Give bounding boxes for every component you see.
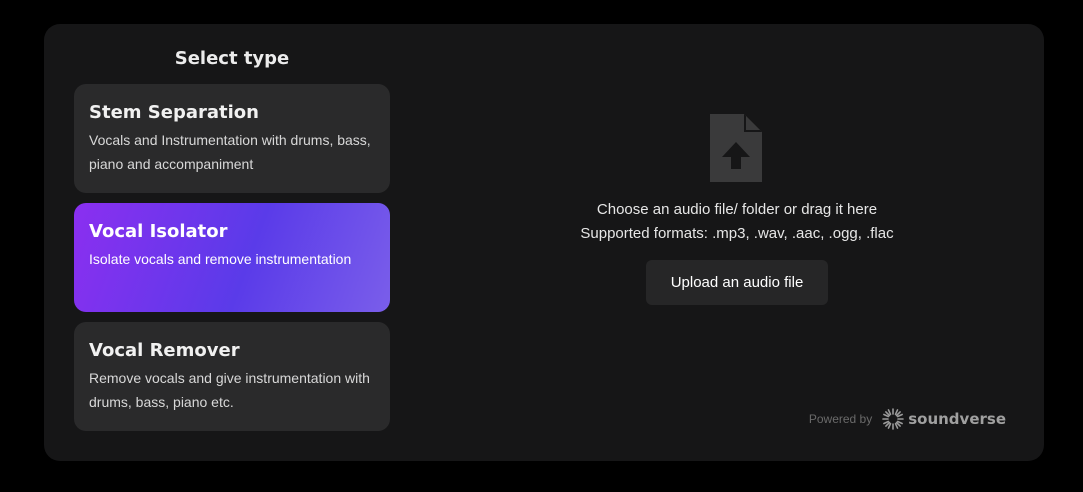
card-vocal-isolator[interactable]: Vocal Isolator Isolate vocals and remove… xyxy=(74,203,390,312)
dropzone-formats: Supported formats: .mp3, .wav, .aac, .og… xyxy=(580,225,894,242)
dropzone-text: Choose an audio file/ folder or drag it … xyxy=(390,198,1083,246)
card-description: Isolate vocals and remove instrumentatio… xyxy=(89,251,352,267)
type-selector: Select type Stem Separation Vocals and I… xyxy=(74,24,390,461)
soundverse-logo-icon xyxy=(882,408,905,430)
card-description: Remove vocals and give instrumentation w… xyxy=(89,370,370,410)
section-title: Select type xyxy=(174,48,290,69)
card-vocal-remover[interactable]: Vocal Remover Remove vocals and give ins… xyxy=(74,322,390,431)
card-title: Vocal Isolator xyxy=(89,221,228,242)
powered-by: Powered by soundverse xyxy=(809,408,1006,430)
powered-by-label: Powered by xyxy=(808,412,873,426)
file-upload-icon xyxy=(710,114,762,182)
dropzone[interactable]: Choose an audio file/ folder or drag it … xyxy=(390,24,1044,461)
brand-name: soundverse xyxy=(908,410,1006,428)
upload-button[interactable]: Upload an audio file xyxy=(646,260,828,305)
card-title: Vocal Remover xyxy=(89,340,240,361)
dropzone-instruction: Choose an audio file/ folder or drag it … xyxy=(596,201,878,218)
card-stem-separation[interactable]: Stem Separation Vocals and Instrumentati… xyxy=(74,84,390,193)
card-description: Vocals and Instrumentation with drums, b… xyxy=(89,132,371,172)
main-panel: Select type Stem Separation Vocals and I… xyxy=(44,24,1044,461)
brand[interactable]: soundverse xyxy=(882,408,1006,430)
card-title: Stem Separation xyxy=(89,102,259,123)
